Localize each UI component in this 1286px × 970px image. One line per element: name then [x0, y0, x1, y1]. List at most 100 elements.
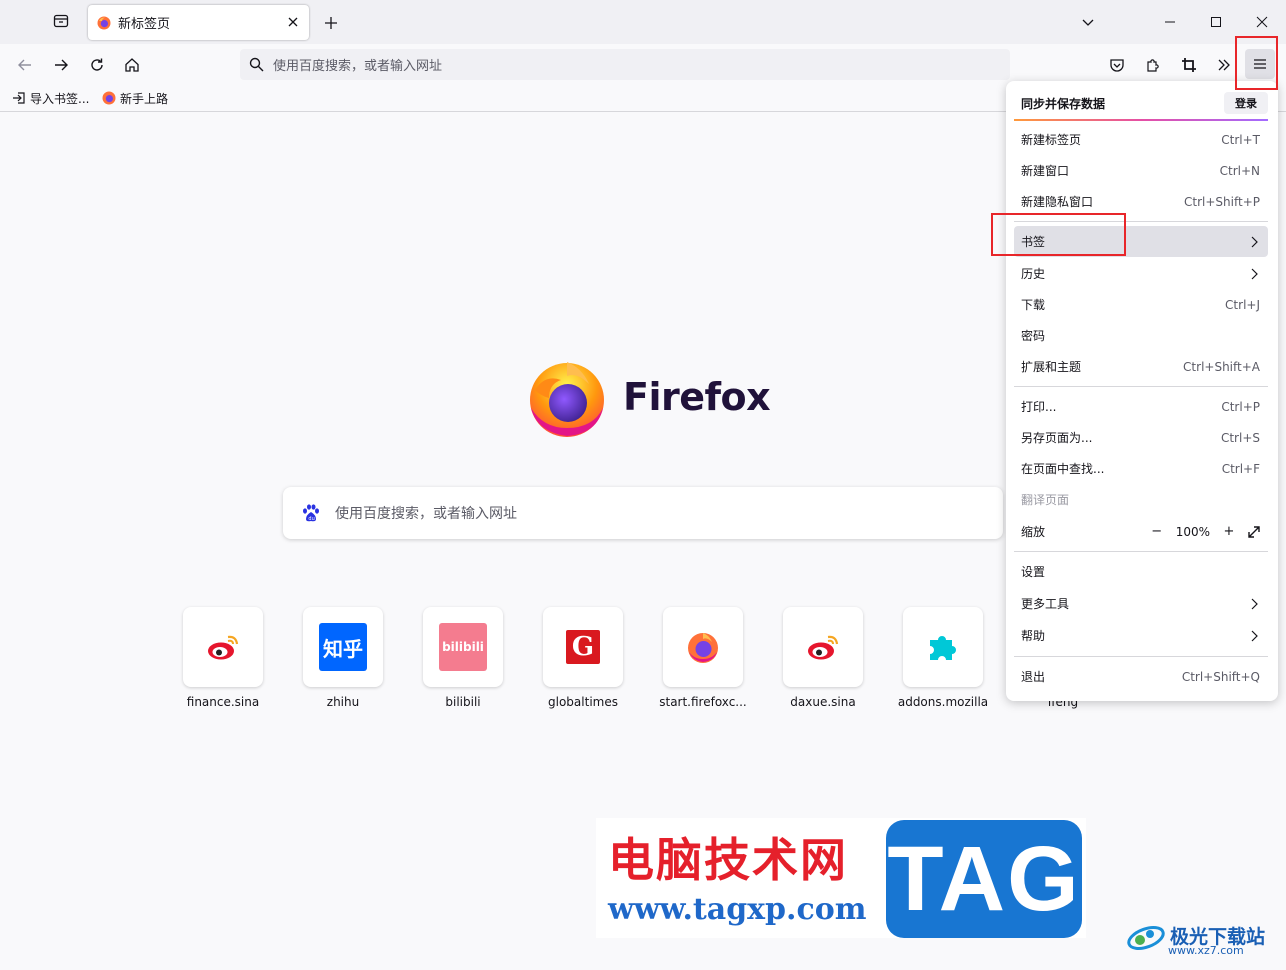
- menu-item-label: 缩放: [1021, 525, 1046, 539]
- back-button[interactable]: [14, 54, 36, 76]
- zoom-in-button[interactable]: +: [1220, 523, 1238, 541]
- home-button[interactable]: [121, 54, 143, 76]
- menu-separator: [1014, 386, 1268, 387]
- new-tab-button[interactable]: [320, 12, 342, 34]
- top-site-globaltimes[interactable]: G globaltimes: [543, 607, 623, 709]
- content-search-box[interactable]: du 使用百度搜索，或者输入网址: [283, 487, 1003, 539]
- menu-item-translate-page: 翻译页面: [1014, 484, 1268, 515]
- top-site-label: globaltimes: [548, 695, 618, 709]
- menu-item-shortcut: Ctrl+S: [1220, 430, 1260, 445]
- menu-item-shortcut: Ctrl+Shift+Q: [1181, 669, 1260, 684]
- menu-item-addons-themes[interactable]: 扩展和主题 Ctrl+Shift+A: [1014, 351, 1268, 382]
- svg-text:du: du: [308, 516, 314, 522]
- highlight-menu-button: [1235, 36, 1278, 90]
- top-site-card: [663, 607, 743, 687]
- menu-item-shortcut: Ctrl+Shift+P: [1184, 194, 1260, 209]
- home-icon: [125, 58, 139, 72]
- chevron-right-icon: [1251, 630, 1258, 641]
- menu-item-settings[interactable]: 设置: [1014, 556, 1268, 587]
- top-site-zhihu[interactable]: 知乎 zhihu: [303, 607, 383, 709]
- top-site-addons-mozilla[interactable]: addons.mozilla: [898, 607, 988, 709]
- plus-icon: [325, 17, 337, 29]
- watermark: 电脑技术网 www.tagxp.com TAG: [596, 818, 1086, 938]
- extensions-button[interactable]: [1142, 54, 1164, 76]
- minimize-button[interactable]: [1160, 12, 1180, 32]
- tab-close-button[interactable]: [285, 14, 301, 30]
- bilibili-icon: bilibili: [439, 623, 487, 671]
- menu-item-label: 密码: [1021, 329, 1046, 343]
- arrow-left-icon: [18, 59, 31, 71]
- menu-item-print[interactable]: 打印... Ctrl+P: [1014, 391, 1268, 422]
- top-site-label: start.firefoxc...: [659, 695, 747, 709]
- menu-item-label: 更多工具: [1021, 597, 1070, 611]
- menu-separator: [1014, 551, 1268, 552]
- zoom-reset-button[interactable]: 100%: [1176, 525, 1210, 539]
- top-site-bilibili[interactable]: bilibili bilibili: [423, 607, 503, 709]
- chevron-right-icon: [1251, 268, 1258, 279]
- bookmark-label: 导入书签...: [30, 91, 90, 106]
- highlight-bookmarks-item: [991, 213, 1126, 256]
- top-site-start-firefox[interactable]: start.firefoxc...: [659, 607, 747, 709]
- sync-row[interactable]: 同步并保存数据 登录: [1014, 88, 1268, 118]
- sync-label: 同步并保存数据: [1021, 96, 1106, 111]
- list-all-tabs-button[interactable]: [1078, 12, 1098, 32]
- top-site-label: daxue.sina: [790, 695, 856, 709]
- menu-item-more-tools[interactable]: 更多工具: [1014, 588, 1268, 619]
- zoom-controls: − 100% +: [1148, 523, 1260, 541]
- navigation-toolbar: 使用百度搜索，或者输入网址: [0, 44, 1286, 84]
- site-watermark: 极光下载站 www.xz7.com: [1126, 918, 1265, 957]
- menu-item-save-page[interactable]: 另存页面为... Ctrl+S: [1014, 422, 1268, 453]
- bookmark-import[interactable]: 导入书签...: [12, 89, 89, 107]
- fullscreen-icon: [1248, 525, 1260, 538]
- menu-item-shortcut: Ctrl+F: [1221, 461, 1260, 476]
- url-bar[interactable]: 使用百度搜索，或者输入网址: [240, 49, 1010, 80]
- fullscreen-button[interactable]: [1248, 525, 1260, 538]
- menu-item-label: 扩展和主题: [1021, 360, 1082, 374]
- close-icon: [1256, 16, 1268, 28]
- zoom-out-button[interactable]: −: [1148, 523, 1166, 541]
- content-search-placeholder: 使用百度搜索，或者输入网址: [335, 506, 517, 522]
- menu-item-new-window[interactable]: 新建窗口 Ctrl+N: [1014, 155, 1268, 186]
- reload-button[interactable]: [86, 54, 108, 76]
- login-button[interactable]: 登录: [1224, 92, 1268, 114]
- menu-item-label: 新建窗口: [1021, 164, 1070, 178]
- pocket-icon: [1110, 59, 1124, 72]
- site-watermark-url: www.xz7.com: [1168, 944, 1244, 957]
- top-site-finance-sina[interactable]: finance.sina: [183, 607, 263, 709]
- maximize-button[interactable]: [1206, 12, 1226, 32]
- menu-item-label: 新建标签页: [1021, 133, 1082, 147]
- screenshot-button[interactable]: [1178, 54, 1200, 76]
- menu-item-help[interactable]: 帮助: [1014, 620, 1268, 651]
- bookmark-getting-started[interactable]: 新手上路: [102, 89, 168, 107]
- menu-item-new-tab[interactable]: 新建标签页 Ctrl+T: [1014, 124, 1268, 155]
- bookmark-label: 新手上路: [120, 91, 169, 106]
- top-site-card: 知乎: [303, 607, 383, 687]
- weibo-icon: [208, 635, 239, 660]
- firefox-view-button[interactable]: [50, 10, 72, 32]
- firefox-logo-icon: [530, 362, 604, 437]
- close-window-button[interactable]: [1252, 12, 1272, 32]
- menu-item-find-in-page[interactable]: 在页面中查找... Ctrl+F: [1014, 453, 1268, 484]
- top-site-label: bilibili: [445, 695, 481, 709]
- watermark-title: 电脑技术网: [608, 833, 848, 887]
- overflow-menu-button[interactable]: [1213, 54, 1235, 76]
- menu-item-passwords[interactable]: 密码: [1014, 320, 1268, 351]
- watermark-tag-logo: TAG: [886, 820, 1082, 938]
- top-site-card: [783, 607, 863, 687]
- menu-item-label: 在页面中查找...: [1021, 462, 1105, 476]
- tab-new-tab[interactable]: 新标签页: [88, 5, 309, 40]
- menu-item-label: 设置: [1021, 565, 1046, 579]
- aurora-logo-icon: [1127, 926, 1165, 950]
- globaltimes-icon: G: [566, 630, 600, 664]
- pocket-button[interactable]: [1106, 54, 1128, 76]
- forward-button[interactable]: [50, 54, 72, 76]
- top-site-daxue-sina[interactable]: daxue.sina: [783, 607, 863, 709]
- menu-item-shortcut: Ctrl+Shift+A: [1183, 359, 1260, 374]
- menu-item-quit[interactable]: 退出 Ctrl+Shift+Q: [1014, 661, 1268, 692]
- menu-item-label: 历史: [1021, 267, 1046, 281]
- tab-strip: 新标签页: [0, 0, 1286, 44]
- menu-item-history[interactable]: 历史: [1014, 258, 1268, 289]
- menu-item-downloads[interactable]: 下载 Ctrl+J: [1014, 289, 1268, 320]
- chevron-down-icon: [1082, 19, 1094, 26]
- top-site-label: finance.sina: [186, 695, 260, 709]
